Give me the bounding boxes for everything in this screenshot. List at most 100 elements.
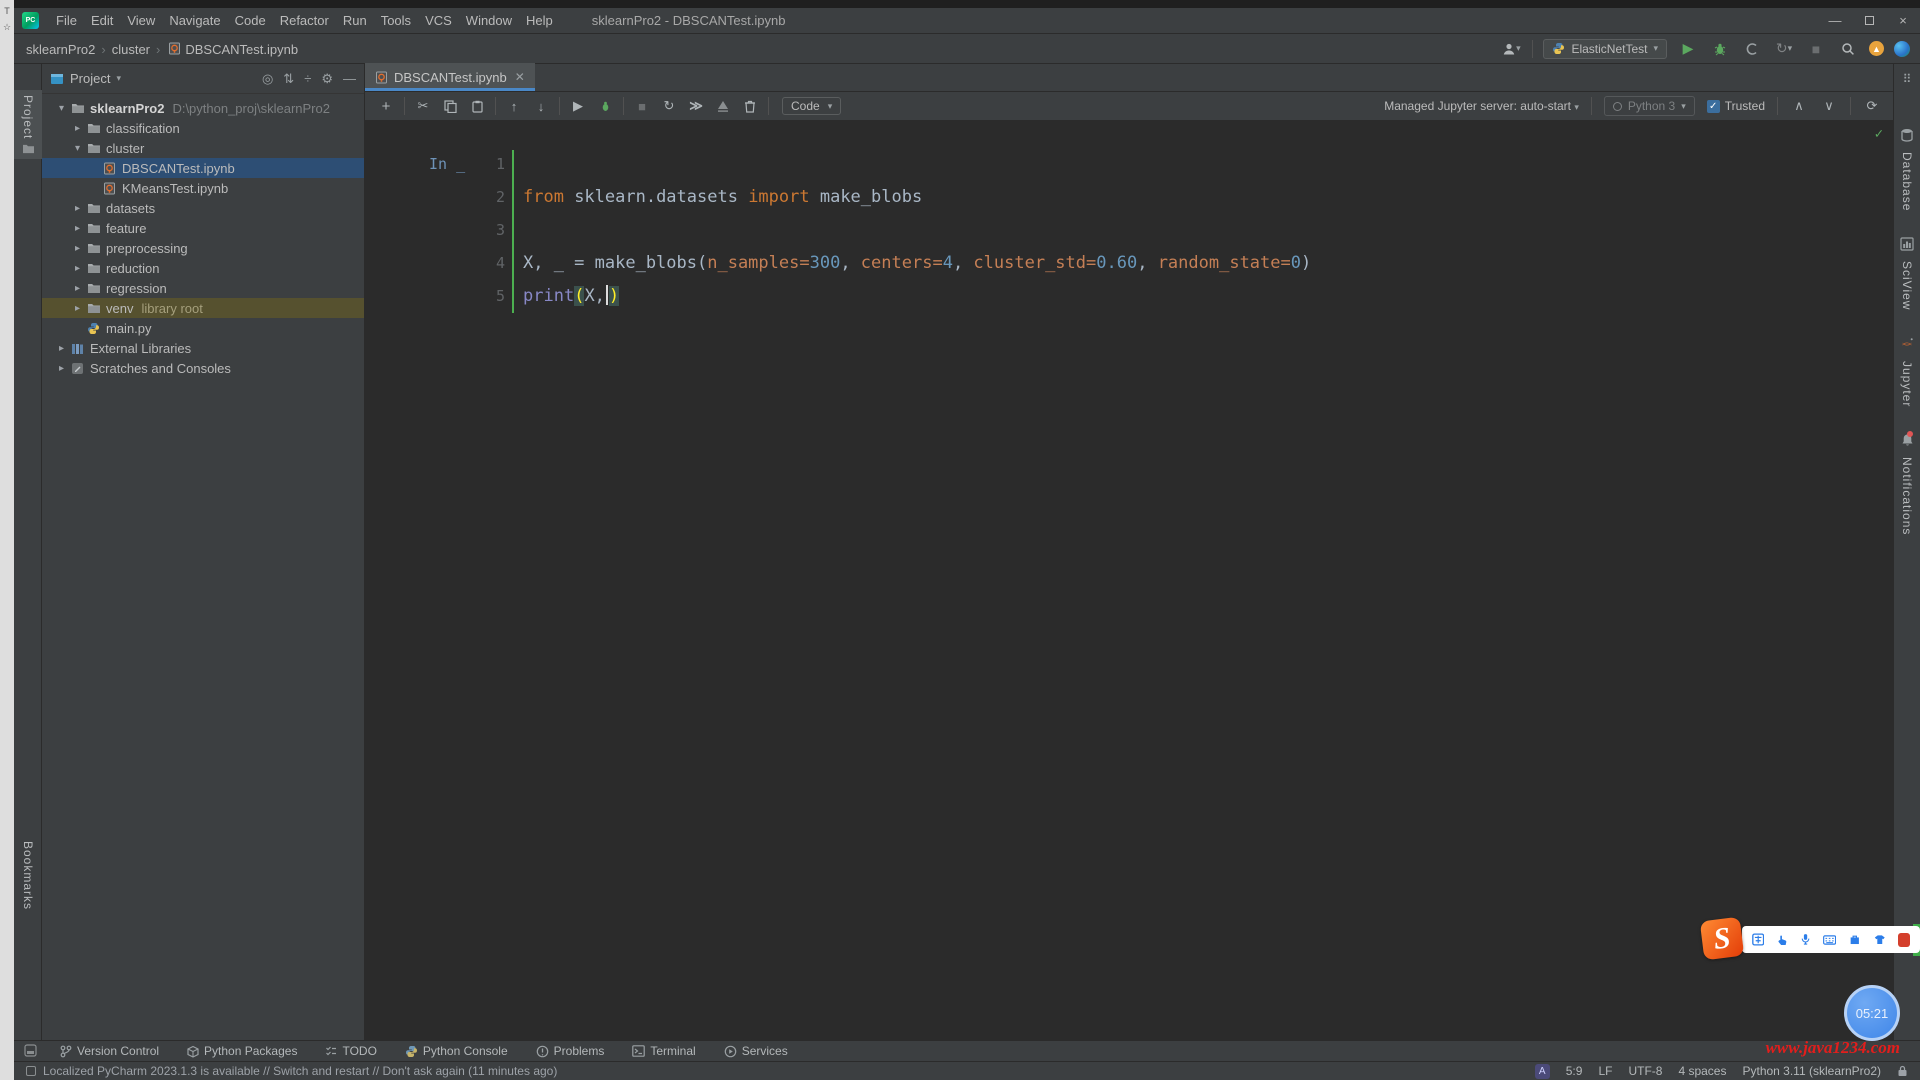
line-separator[interactable]: LF [1598, 1064, 1612, 1078]
menu-vcs[interactable]: VCS [418, 10, 459, 31]
ime-toolbox-icon[interactable] [1849, 933, 1861, 946]
caret-position[interactable]: 5:9 [1566, 1064, 1583, 1078]
delete-cell-icon[interactable] [741, 97, 759, 115]
translate-plugin-icon[interactable]: A [1535, 1064, 1550, 1079]
sogou-logo-icon[interactable]: S [1700, 917, 1744, 961]
collapse-all-icon[interactable]: ⇅ [283, 71, 294, 87]
tree-row[interactable]: ▸Scratches and Consoles [42, 358, 364, 378]
hide-panel-icon[interactable]: — [343, 71, 356, 86]
tab-close-icon[interactable]: ✕ [515, 70, 525, 84]
tree-row[interactable]: ▸venvlibrary root [42, 298, 364, 318]
menu-run[interactable]: Run [336, 10, 374, 31]
run-configuration-select[interactable]: ElasticNetTest ▾ [1543, 39, 1667, 59]
search-everywhere-icon[interactable] [1837, 38, 1859, 60]
chevron-down-icon[interactable]: ▾ [116, 73, 121, 84]
update-available-icon[interactable]: ▲ [1869, 41, 1884, 56]
jupyter-server-select[interactable]: Managed Jupyter server: auto-start ▾ [1384, 99, 1579, 113]
collapse-all-cells-icon[interactable]: ∧ [1790, 97, 1808, 115]
tree-row[interactable]: KMeansTest.ipynb [42, 178, 364, 198]
tree-row[interactable]: ▾sklearnPro2D:\python_proj\sklearnPro2 [42, 98, 364, 118]
stop-button[interactable]: ■ [1805, 38, 1827, 60]
tree-row[interactable]: ▸classification [42, 118, 364, 138]
menu-code[interactable]: Code [228, 10, 273, 31]
tool-button-terminal[interactable]: Terminal [632, 1044, 695, 1058]
ime-microphone-icon[interactable] [1801, 932, 1810, 947]
breadcrumb-item[interactable]: cluster [110, 42, 152, 57]
tree-row[interactable]: ▸feature [42, 218, 364, 238]
stripe-grid-icon[interactable]: ⠿ [1903, 72, 1912, 86]
ime-keyboard-icon[interactable] [1823, 934, 1836, 946]
tree-row[interactable]: ▸External Libraries [42, 338, 364, 358]
ime-hand-icon[interactable] [1777, 933, 1788, 947]
add-cell-icon[interactable]: + [377, 97, 395, 115]
kernel-select[interactable]: Python 3 ▾ [1604, 96, 1695, 116]
maximize-button[interactable] [1852, 8, 1886, 33]
cut-cell-icon[interactable]: ✂ [414, 97, 432, 115]
run-all-cells-icon[interactable]: ≫ [687, 97, 705, 115]
run-button[interactable]: ▶ [1677, 38, 1699, 60]
tool-button-sciview[interactable]: SciView [1900, 237, 1914, 310]
move-cell-down-icon[interactable]: ↓ [532, 97, 550, 115]
tool-button-python-console[interactable]: Python Console [405, 1044, 508, 1058]
menu-window[interactable]: Window [459, 10, 519, 31]
run-cell-icon[interactable]: ▶ [569, 97, 587, 115]
tree-expand-icon[interactable]: ▸ [70, 263, 85, 274]
menu-view[interactable]: View [120, 10, 162, 31]
menu-tools[interactable]: Tools [374, 10, 418, 31]
jupyter-settings-icon[interactable]: ⟳ [1863, 97, 1881, 115]
move-cell-up-icon[interactable]: ↑ [505, 97, 523, 115]
lock-icon[interactable] [1897, 1065, 1908, 1077]
code-editor[interactable]: In _ 12from sklearn.datasets import make… [365, 121, 1893, 1040]
tree-row[interactable]: ▸regression [42, 278, 364, 298]
tree-row[interactable]: ▸reduction [42, 258, 364, 278]
close-button[interactable]: × [1886, 8, 1920, 33]
breadcrumb-item[interactable]: DBSCANTest.ipynb [164, 42, 300, 57]
python-interpreter[interactable]: Python 3.11 (sklearnPro2) [1742, 1064, 1881, 1078]
tool-button-bookmarks[interactable]: Bookmarks [14, 841, 42, 910]
tool-button-problems[interactable]: Problems [536, 1044, 605, 1058]
debug-button[interactable] [1709, 38, 1731, 60]
menu-edit[interactable]: Edit [84, 10, 120, 31]
inspections-ok-icon[interactable]: ✓ [1875, 126, 1883, 142]
user-account-icon[interactable]: ▾ [1500, 38, 1522, 60]
stop-kernel-icon[interactable]: ■ [633, 97, 651, 115]
compare-icon[interactable]: ÷ [304, 71, 311, 86]
event-log-icon[interactable] [26, 1066, 36, 1076]
ime-more-icon[interactable] [1898, 933, 1910, 947]
breadcrumb-item[interactable]: sklearnPro2 [24, 42, 97, 57]
expand-all-cells-icon[interactable]: ∨ [1820, 97, 1838, 115]
menu-file[interactable]: File [49, 10, 84, 31]
tree-expand-icon[interactable]: ▸ [70, 203, 85, 214]
tree-expand-icon[interactable]: ▸ [70, 223, 85, 234]
panel-settings-icon[interactable]: ⚙ [321, 71, 333, 87]
tool-button-project[interactable]: Project [14, 90, 42, 159]
trusted-checkbox[interactable]: ✓ Trusted [1707, 99, 1765, 113]
avatar[interactable] [1894, 41, 1910, 57]
window-switcher-icon[interactable] [24, 1044, 37, 1060]
tool-button-database[interactable]: Database [1900, 128, 1914, 211]
ime-language-icon[interactable] [1752, 932, 1764, 947]
status-message[interactable]: Localized PyCharm 2023.1.3 is available … [43, 1064, 557, 1078]
recording-timer[interactable]: 05:21 [1844, 985, 1900, 1041]
tab-dbscantest[interactable]: DBSCANTest.ipynb ✕ [365, 63, 535, 91]
menu-refactor[interactable]: Refactor [273, 10, 336, 31]
ime-skin-icon[interactable] [1874, 933, 1886, 946]
tree-row[interactable]: main.py [42, 318, 364, 338]
cell-type-select[interactable]: Code ▾ [782, 97, 841, 115]
debug-cell-icon[interactable] [596, 97, 614, 115]
restart-kernel-icon[interactable]: ↻ [660, 97, 678, 115]
tree-row[interactable]: ▾cluster [42, 138, 364, 158]
run-with-coverage-icon[interactable] [1741, 38, 1763, 60]
tree-expand-icon[interactable]: ▸ [70, 283, 85, 294]
tool-button-todo[interactable]: TODO [325, 1044, 376, 1058]
menu-navigate[interactable]: Navigate [162, 10, 227, 31]
paste-cell-icon[interactable] [468, 97, 486, 115]
tool-button-notifications[interactable]: Notifications [1900, 433, 1914, 535]
minimize-button[interactable]: — [1818, 8, 1852, 33]
tree-expand-icon[interactable]: ▸ [54, 343, 69, 354]
interrupt-kernel-icon[interactable] [714, 97, 732, 115]
copy-cell-icon[interactable] [441, 97, 459, 115]
tree-row[interactable]: ▸preprocessing [42, 238, 364, 258]
tool-button-jupyter[interactable]: Jupyter [1900, 337, 1914, 407]
tool-button-services[interactable]: Services [724, 1044, 788, 1058]
